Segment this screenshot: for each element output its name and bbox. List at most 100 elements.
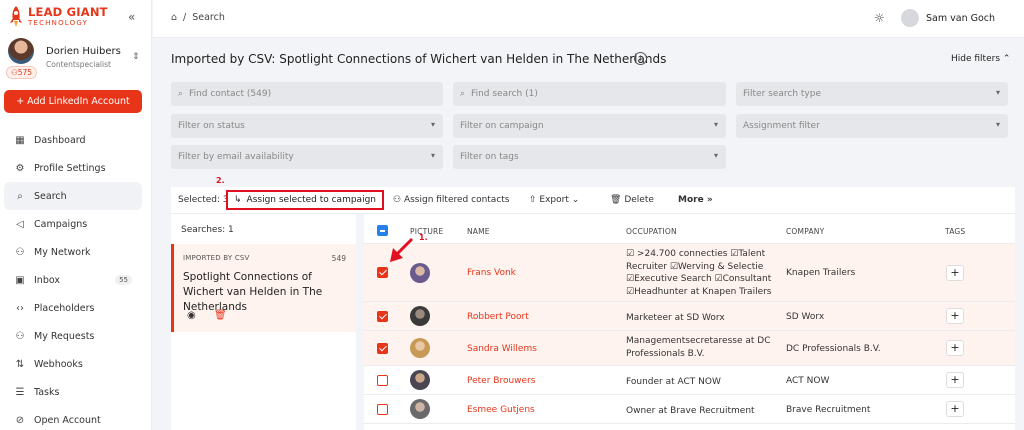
code-icon: ‹› (16, 302, 24, 314)
contact-company: ACT NOW (786, 376, 830, 386)
sidebar-item-search[interactable]: ⌕ Search (4, 182, 142, 210)
annotation-step-2: 2. (216, 176, 225, 185)
sidebar-item-placeholders[interactable]: ‹› Placeholders (4, 294, 142, 322)
add-linkedin-account-button[interactable]: + Add LinkedIn Account (4, 90, 142, 113)
user-request-icon: ⚇ (15, 330, 25, 342)
contact-name[interactable]: Sandra Willems (467, 344, 537, 354)
profile-switcher[interactable]: Dorien Huibers Contentspecialist ⇕ ⚇575 (6, 38, 146, 80)
sidebar-item-my-requests[interactable]: ⚇ My Requests (4, 322, 142, 350)
contact-name[interactable]: Frans Vonk (467, 268, 516, 278)
sidebar-item-label: My Network (34, 246, 91, 258)
table-row[interactable]: Esmee Gutjens Owner at Brave Recruitment… (364, 395, 1015, 424)
add-tag-button[interactable]: + (946, 265, 964, 281)
campaign-placeholder: Filter on campaign (460, 121, 544, 131)
table-row[interactable]: Robbert Poort Marketeer at SD Worx SD Wo… (364, 302, 1015, 331)
hide-filters-button[interactable]: Hide filters ⌃ (951, 54, 1010, 64)
assign-filtered-contacts-button[interactable]: ⚇ Assign filtered contacts (393, 195, 509, 205)
info-icon[interactable]: i (634, 52, 647, 65)
sidebar-item-label: Inbox (34, 274, 60, 286)
row-checkbox[interactable] (377, 311, 388, 322)
user-avatar[interactable] (901, 9, 919, 27)
assign-selected-to-campaign-button[interactable]: ↳ Assign selected to campaign (226, 190, 384, 210)
sidebar-item-profile-settings[interactable]: ⚙ Profile Settings (4, 154, 142, 182)
find-search-input[interactable]: ⌕ Find search (1) (453, 82, 726, 106)
sidebar-item-open-account[interactable]: ⊘ Open Account (4, 406, 142, 430)
eye-icon[interactable]: ◉ (187, 310, 196, 321)
status-select[interactable]: Filter on status ▾ (171, 114, 443, 138)
add-tag-button[interactable]: + (946, 340, 964, 356)
sidebar-item-inbox[interactable]: ▣ Inbox 55 (4, 266, 142, 294)
add-tag-button[interactable]: + (946, 308, 964, 324)
table-row[interactable]: Sandra Willems Managementsecretaresse at… (364, 331, 1015, 366)
assignment-placeholder: Assignment filter (743, 121, 820, 131)
export-label: Export (539, 195, 569, 205)
select-all-checkbox[interactable] (377, 225, 388, 236)
more-button[interactable]: More » (678, 195, 713, 205)
column-header-company: COMPANY (786, 227, 825, 236)
row-checkbox[interactable] (377, 343, 388, 354)
row-checkbox[interactable] (377, 404, 388, 415)
sidebar-item-my-network[interactable]: ⚇ My Network (4, 238, 142, 266)
delete-button[interactable]: 🗑 Delete (610, 195, 654, 205)
sidebar-item-campaigns[interactable]: ◁ Campaigns (4, 210, 142, 238)
export-button[interactable]: ⇧ Export ⌄ (529, 195, 579, 205)
column-header-tags: TAGS (945, 227, 966, 236)
arrows-updown-icon: ⇅ (15, 358, 25, 370)
contact-occupation: ☑ >24.700 connecties ☑Talent Recruiter ☑… (626, 249, 772, 297)
search-icon: ⌕ (178, 89, 184, 99)
row-checkbox[interactable] (377, 267, 388, 278)
sidebar-item-webhooks[interactable]: ⇅ Webhooks (4, 350, 142, 378)
search-type-select[interactable]: Filter search type ▾ (736, 82, 1008, 106)
megaphone-icon: ◁ (16, 218, 24, 230)
contact-company: Brave Recruitment (786, 405, 871, 415)
email-availability-select[interactable]: Filter by email availability ▾ (171, 145, 443, 169)
collapse-sidebar-icon[interactable]: « (128, 10, 135, 24)
trash-icon[interactable]: 🗑 (214, 310, 227, 321)
contact-occupation: Founder at ACT NOW (626, 377, 721, 387)
contact-company: Knapen Trailers (786, 268, 856, 278)
annotation-arrow-icon (390, 237, 414, 262)
tags-placeholder: Filter on tags (460, 152, 519, 162)
sidebar-item-label: Placeholders (34, 302, 95, 314)
contact-name[interactable]: Peter Brouwers (467, 376, 535, 386)
add-tag-button[interactable]: + (946, 401, 964, 417)
assign-selected-label: Assign selected to campaign (246, 195, 376, 205)
tags-select[interactable]: Filter on tags ▾ (453, 145, 726, 169)
page-title: Imported by CSV: Spotlight Connections o… (171, 52, 667, 66)
find-contact-input[interactable]: ⌕ Find contact (549) (171, 82, 443, 106)
search-card-count: 549 (331, 254, 346, 263)
inbox-count-badge: 55 (115, 275, 132, 285)
search-icon: ⌕ (460, 89, 466, 99)
campaign-select[interactable]: Filter on campaign ▾ (453, 114, 726, 138)
list-icon: ☰ (15, 386, 25, 398)
contact-name[interactable]: Robbert Poort (467, 312, 529, 322)
upload-icon: ⇧ (529, 195, 537, 205)
add-tag-button[interactable]: + (946, 372, 964, 388)
sidebar-item-label: Webhooks (34, 358, 83, 370)
chevron-down-icon: ▾ (995, 88, 1000, 97)
arrow-return-icon: ↳ (234, 195, 242, 205)
chevron-down-icon: ▾ (713, 120, 718, 129)
column-header-name: NAME (467, 227, 490, 236)
inbox-icon: ▣ (15, 274, 25, 286)
brand-logo[interactable]: LEAD GIANT TECHNOLOGY (8, 6, 108, 28)
link-icon: ⊘ (15, 414, 25, 426)
contact-name[interactable]: Esmee Gutjens (467, 405, 535, 415)
sidebar-item-dashboard[interactable]: ▦ Dashboard (4, 126, 142, 154)
user-name[interactable]: Sam van Goch (926, 13, 995, 24)
users-icon: ⚇ (15, 246, 25, 258)
search-card[interactable]: IMPORTED BY CSV 549 Spotlight Connection… (171, 244, 356, 332)
sidebar-item-label: Open Account (34, 414, 101, 426)
more-label: More (678, 195, 704, 205)
row-checkbox[interactable] (377, 375, 388, 386)
home-icon[interactable]: ⌂ (171, 12, 177, 23)
assignment-select[interactable]: Assignment filter ▾ (736, 114, 1008, 138)
chevron-up-icon: ⌃ (1002, 54, 1011, 64)
delete-label: Delete (624, 195, 654, 205)
searches-panel: Searches: 1 IMPORTED BY CSV 549 Spotligh… (171, 214, 356, 430)
theme-toggle-icon[interactable]: ☼ (874, 11, 885, 25)
table-row[interactable]: Peter Brouwers Founder at ACT NOW ACT NO… (364, 366, 1015, 395)
table-row[interactable]: Frans Vonk ☑ >24.700 connecties ☑Talent … (364, 244, 1015, 302)
chevrons-right-icon: » (706, 195, 713, 205)
sidebar-item-tasks[interactable]: ☰ Tasks (4, 378, 142, 406)
